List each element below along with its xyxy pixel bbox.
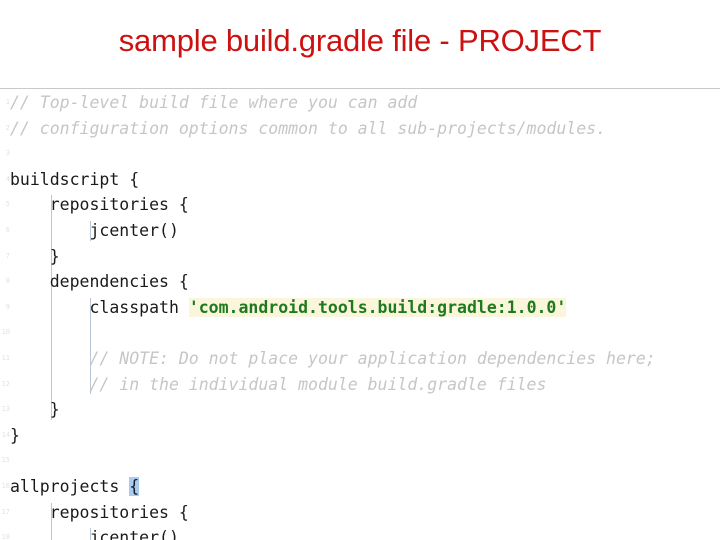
- line-number: 11: [1, 353, 10, 362]
- code-token-plain: jcenter(): [10, 220, 179, 240]
- code-line[interactable]: 17 repositories {: [0, 500, 720, 526]
- code-line[interactable]: 4 buildscript {: [0, 167, 720, 193]
- line-number: 15: [1, 456, 10, 465]
- line-number: 5: [5, 200, 10, 209]
- code-line[interactable]: 2// configuration options common to all …: [0, 116, 720, 142]
- line-number: 9: [5, 302, 10, 311]
- code-token-plain: buildscript {: [10, 169, 140, 189]
- code-token-plain: classpath: [10, 297, 189, 317]
- code-token-plain: }: [10, 425, 20, 445]
- line-number: 4: [5, 174, 10, 183]
- line-number: 7: [5, 251, 10, 260]
- code-token-comment: // Top-level build file where you can ad…: [10, 93, 418, 112]
- line-number: 10: [1, 328, 10, 337]
- title-divider: [0, 88, 720, 89]
- code-token-comment: // in the individual module build.gradle…: [10, 374, 547, 394]
- line-number: 1: [5, 98, 10, 106]
- code-line[interactable]: 13 }: [0, 397, 720, 423]
- code-token-comment: // NOTE: Do not place your application d…: [10, 348, 656, 368]
- code-line[interactable]: 8 dependencies {: [0, 269, 720, 295]
- code-line[interactable]: 1// Top-level build file where you can a…: [0, 90, 720, 116]
- code-line[interactable]: 3: [0, 141, 720, 167]
- code-line[interactable]: 16 allprojects {: [0, 474, 720, 500]
- code-token-plain: }: [10, 400, 60, 420]
- code-line[interactable]: 6 jcenter(): [0, 218, 720, 244]
- line-number: 12: [1, 379, 10, 388]
- page-title: sample build.gradle file - PROJECT: [118, 23, 602, 58]
- code-line[interactable]: 9 classpath 'com.android.tools.build:gra…: [0, 295, 720, 321]
- code-line[interactable]: 11 // NOTE: Do not place your applicatio…: [0, 346, 720, 372]
- code-token-plain: repositories {: [10, 195, 189, 215]
- line-number: 14: [1, 430, 10, 439]
- matching-brace-highlight: {: [129, 476, 140, 496]
- code-token-plain: }: [10, 246, 60, 266]
- code-line[interactable]: 12 // in the individual module build.gra…: [0, 372, 720, 398]
- code-token-comment: // configuration options common to all s…: [10, 118, 607, 138]
- code-token-plain: dependencies {: [10, 272, 189, 292]
- code-line[interactable]: 7 }: [0, 244, 720, 270]
- line-number: 16: [1, 481, 10, 490]
- line-number: 18: [1, 533, 10, 540]
- line-number: 13: [1, 405, 10, 414]
- line-number: 3: [5, 149, 10, 158]
- code-token-string: 'com.android.tools.build:gradle:1.0.0': [188, 297, 567, 317]
- code-line[interactable]: 10: [0, 320, 720, 346]
- code-line[interactable]: 5 repositories {: [0, 192, 720, 218]
- code-line[interactable]: 15: [0, 448, 720, 474]
- code-line[interactable]: 18 jcenter(): [0, 525, 720, 540]
- code-token-plain: jcenter(): [10, 528, 179, 540]
- code-token-plain: allprojects: [10, 476, 130, 496]
- line-number: 17: [1, 507, 10, 516]
- line-number: 2: [5, 123, 10, 132]
- line-number: 6: [5, 225, 10, 234]
- code-editor-pane[interactable]: 1// Top-level build file where you can a…: [0, 90, 720, 540]
- code-line-list[interactable]: 1// Top-level build file where you can a…: [0, 90, 720, 540]
- code-token-plain: repositories {: [10, 502, 189, 522]
- line-number: 8: [5, 277, 10, 286]
- code-line[interactable]: 14}: [0, 423, 720, 449]
